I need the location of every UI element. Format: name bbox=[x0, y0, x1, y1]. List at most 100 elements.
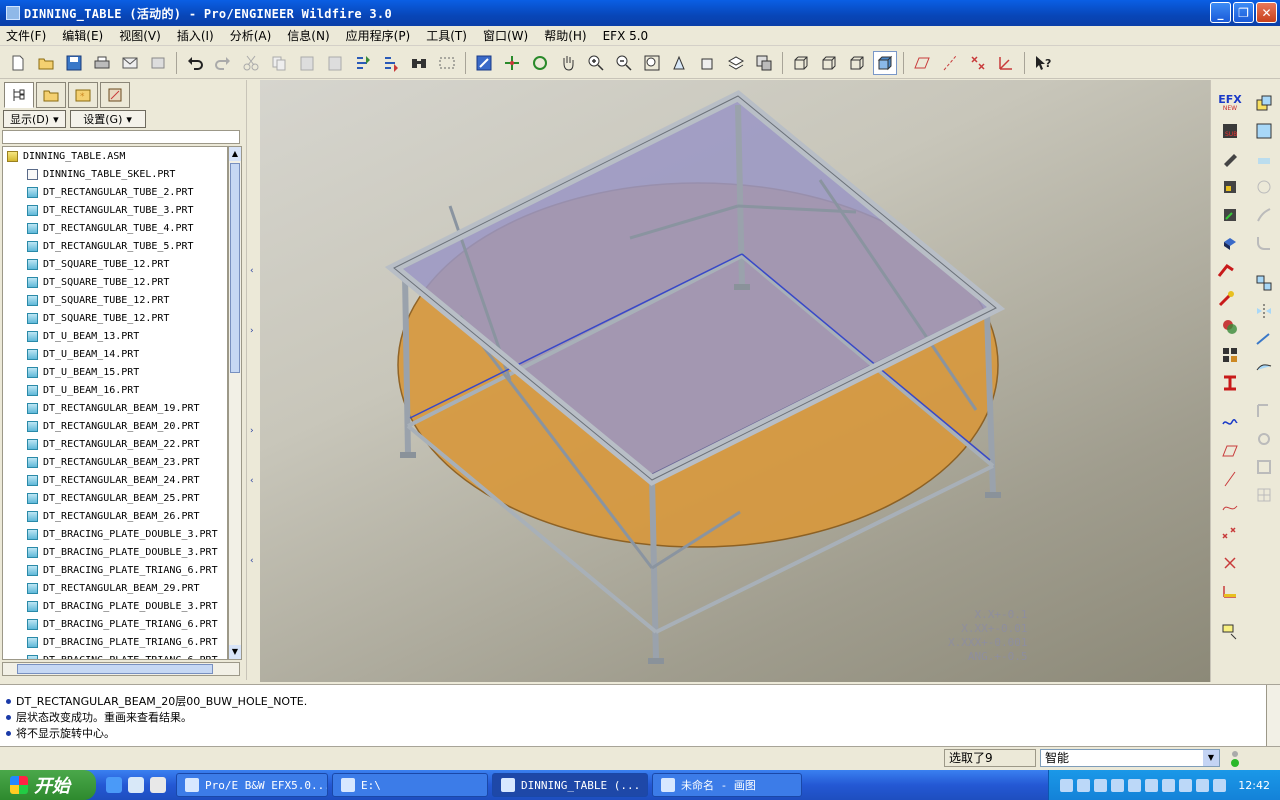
tree-root[interactable]: DINNING_TABLE.ASM bbox=[3, 147, 227, 165]
tab-model-tree[interactable] bbox=[4, 82, 34, 108]
display-dropdown[interactable]: 显示(D) ▾ bbox=[3, 110, 66, 128]
zoom-out-button[interactable] bbox=[612, 51, 636, 75]
tree-item[interactable]: DT_RECTANGULAR_BEAM_24.PRT bbox=[3, 471, 227, 489]
disabled-tool-1[interactable] bbox=[1253, 400, 1275, 422]
tree-horizontal-scrollbar[interactable] bbox=[2, 662, 240, 676]
task-proe-efx[interactable]: Pro/E B&W EFX5.0... bbox=[176, 773, 328, 797]
new-file-button[interactable] bbox=[6, 51, 30, 75]
disabled-tool-2[interactable] bbox=[1253, 428, 1275, 450]
tray-icon[interactable] bbox=[1196, 778, 1210, 792]
browser-icon[interactable] bbox=[106, 777, 122, 793]
tree-vertical-scrollbar[interactable]: ▲ ▼ bbox=[228, 146, 242, 660]
copy-button[interactable] bbox=[267, 51, 291, 75]
tree-item[interactable]: DT_BRACING_PLATE_TRIANG_6.PRT bbox=[3, 633, 227, 651]
message-scrollbar[interactable] bbox=[1266, 685, 1280, 747]
offset-point-tool[interactable] bbox=[1219, 552, 1241, 574]
paste-button[interactable] bbox=[295, 51, 319, 75]
paste-special-button[interactable] bbox=[323, 51, 347, 75]
bom-button[interactable] bbox=[1219, 344, 1241, 366]
app-icon[interactable] bbox=[128, 777, 144, 793]
tree-item[interactable]: DT_BRACING_PLATE_DOUBLE_3.PRT bbox=[3, 543, 227, 561]
menu-edit[interactable]: 编辑(E) bbox=[62, 27, 103, 44]
joint-tool-button[interactable] bbox=[1219, 176, 1241, 198]
scroll-thumb[interactable] bbox=[230, 163, 240, 373]
drill-tool-button[interactable] bbox=[1215, 288, 1237, 310]
tree-item[interactable]: DT_SQUARE_TUBE_12.PRT bbox=[3, 309, 227, 327]
tray-icon[interactable] bbox=[1145, 778, 1159, 792]
undo-button[interactable] bbox=[183, 51, 207, 75]
panel-splitter[interactable]: ‹ › › ‹ ‹ bbox=[246, 80, 260, 680]
selection-filter-select[interactable]: 智能 ▼ bbox=[1040, 749, 1220, 767]
datum-planes-button[interactable] bbox=[910, 51, 934, 75]
shading-button[interactable] bbox=[873, 50, 897, 75]
tree-item[interactable]: DT_U_BEAM_15.PRT bbox=[3, 363, 227, 381]
plate-tool-button[interactable] bbox=[1219, 232, 1241, 254]
tray-icon[interactable] bbox=[1094, 778, 1108, 792]
annotation-tool[interactable] bbox=[1219, 620, 1241, 642]
menu-info[interactable]: 信息(N) bbox=[287, 27, 329, 44]
tree-item[interactable]: DT_RECTANGULAR_TUBE_5.PRT bbox=[3, 237, 227, 255]
tree-item[interactable]: DT_SQUARE_TUBE_12.PRT bbox=[3, 291, 227, 309]
component-tool[interactable] bbox=[1253, 92, 1275, 114]
hidden-line-button[interactable] bbox=[817, 51, 841, 75]
tree-item[interactable]: DT_SQUARE_TUBE_12.PRT bbox=[3, 255, 227, 273]
menu-window[interactable]: 窗口(W) bbox=[483, 27, 528, 44]
wireframe-button[interactable] bbox=[789, 51, 813, 75]
datum-axes-button[interactable] bbox=[938, 51, 962, 75]
disabled-tool-4[interactable] bbox=[1253, 484, 1275, 506]
sub-asm-button[interactable]: SUB bbox=[1219, 120, 1241, 142]
tree-item[interactable]: DT_BRACING_PLATE_TRIANG_6.PRT bbox=[3, 651, 227, 659]
refit-button[interactable] bbox=[640, 51, 664, 75]
menu-analysis[interactable]: 分析(A) bbox=[230, 27, 272, 44]
menu-view[interactable]: 视图(V) bbox=[119, 27, 161, 44]
regen-manager-button[interactable] bbox=[379, 51, 403, 75]
revolve-tool[interactable] bbox=[1253, 176, 1275, 198]
tree-item[interactable]: DT_BRACING_PLATE_TRIANG_6.PRT bbox=[3, 561, 227, 579]
pattern-tool[interactable] bbox=[1253, 272, 1275, 294]
task-paint[interactable]: 未命名 - 画图 bbox=[652, 773, 802, 797]
tree-item[interactable]: DT_RECTANGULAR_BEAM_23.PRT bbox=[3, 453, 227, 471]
clock[interactable]: 12:42 bbox=[1238, 779, 1270, 792]
efx-new-button[interactable]: EFX NEW bbox=[1218, 92, 1242, 114]
menu-tools[interactable]: 工具(T) bbox=[426, 27, 467, 44]
print-button[interactable] bbox=[90, 51, 114, 75]
orient-mode-button[interactable] bbox=[528, 51, 552, 75]
beam-tool-button[interactable] bbox=[1219, 148, 1241, 170]
disabled-tool-3[interactable] bbox=[1253, 456, 1275, 478]
scroll-thumb[interactable] bbox=[17, 664, 213, 674]
datum-point-tool[interactable] bbox=[1219, 524, 1241, 546]
pan-button[interactable] bbox=[556, 51, 580, 75]
menu-help[interactable]: 帮助(H) bbox=[544, 27, 586, 44]
merge-tool[interactable] bbox=[1253, 356, 1275, 378]
tab-favorites[interactable]: * bbox=[68, 82, 98, 108]
tab-folder-browser[interactable] bbox=[36, 82, 66, 108]
trim-tool[interactable] bbox=[1253, 328, 1275, 350]
layers-button[interactable] bbox=[724, 51, 748, 75]
minimize-button[interactable]: _ bbox=[1210, 2, 1231, 23]
regenerate-button[interactable] bbox=[351, 51, 375, 75]
profile-button[interactable] bbox=[1219, 372, 1241, 394]
open-file-button[interactable] bbox=[34, 51, 58, 75]
tree-item[interactable]: DT_U_BEAM_14.PRT bbox=[3, 345, 227, 363]
datum-curve-tool[interactable] bbox=[1219, 496, 1241, 518]
reorient-button[interactable] bbox=[668, 51, 692, 75]
tree-item[interactable]: DT_RECTANGULAR_TUBE_4.PRT bbox=[3, 219, 227, 237]
tree-item[interactable]: DT_RECTANGULAR_BEAM_20.PRT bbox=[3, 417, 227, 435]
view-manager-button[interactable] bbox=[752, 51, 776, 75]
scroll-down-arrow[interactable]: ▼ bbox=[229, 645, 241, 659]
menu-file[interactable]: 文件(F) bbox=[6, 27, 46, 44]
close-button[interactable]: ✕ bbox=[1256, 2, 1277, 23]
tree-item[interactable]: DT_RECTANGULAR_BEAM_22.PRT bbox=[3, 435, 227, 453]
tray-icon[interactable] bbox=[1162, 778, 1176, 792]
saved-views-button[interactable] bbox=[696, 51, 720, 75]
tray-icon[interactable] bbox=[1179, 778, 1193, 792]
csys-button[interactable] bbox=[994, 51, 1018, 75]
tree-item[interactable]: DT_BRACING_PLATE_DOUBLE_3.PRT bbox=[3, 525, 227, 543]
tray-icon[interactable] bbox=[1111, 778, 1125, 792]
menu-insert[interactable]: 插入(I) bbox=[177, 27, 214, 44]
collision-check-button[interactable] bbox=[1219, 316, 1241, 338]
task-explorer[interactable]: E:\ bbox=[332, 773, 488, 797]
tray-icon[interactable] bbox=[1077, 778, 1091, 792]
save-button[interactable] bbox=[62, 51, 86, 75]
connection-tool-button[interactable] bbox=[1219, 204, 1241, 226]
